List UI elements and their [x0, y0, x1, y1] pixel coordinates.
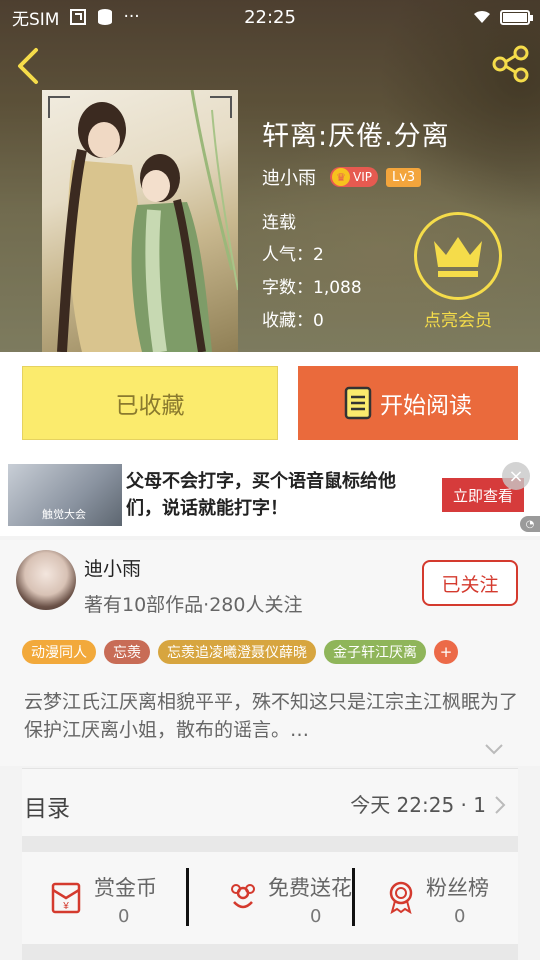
fan-ranking-label: 粉丝榜: [426, 876, 489, 900]
catalog-row[interactable]: 目录 今天 22:25 · 1: [22, 768, 518, 836]
word-count: 字数：1,088: [262, 278, 362, 298]
red-envelope-icon: ¥: [51, 882, 81, 914]
vip-badge: ♛ VIP: [330, 167, 378, 187]
book-description[interactable]: 云梦江氏江厌离相貌平平，殊不知这只是江宗主江枫眠为了保护江厌离小姐，散布的谣言。…: [24, 688, 520, 744]
ad-image: 触觉大会: [8, 464, 122, 526]
fan-ranking-button[interactable]: 粉丝榜 0: [354, 852, 518, 944]
book-icon: [344, 386, 372, 420]
wifi-icon: [474, 10, 490, 23]
tag-item[interactable]: 忘羡: [104, 640, 150, 664]
start-reading-button[interactable]: 开始阅读: [298, 366, 518, 440]
crown-icon: ♛: [332, 168, 350, 186]
author-row: 迪小雨 ♛ VIP Lv3: [262, 164, 422, 190]
serial-status: 连载: [262, 213, 296, 233]
free-flower-button[interactable]: 免费送花 0: [188, 852, 352, 944]
free-flower-value: 0: [310, 906, 322, 927]
ad-text: 父母不会打字，买个语音鼠标给他们，说话就能打字！: [126, 471, 396, 519]
author-stats: 著有10部作品·280人关注: [84, 594, 303, 616]
action-bar: 已收藏 开始阅读: [0, 352, 540, 456]
reward-coins-button[interactable]: ¥ 赏金币 0: [22, 852, 186, 944]
author-section-name[interactable]: 迪小雨: [84, 554, 141, 581]
share-icon[interactable]: [490, 44, 530, 84]
divider-bar: [22, 836, 518, 852]
flower-icon: [231, 884, 255, 909]
status-bar: 无SIM ··· 22:25: [0, 0, 540, 34]
reward-coins-label: 赏金币: [94, 876, 157, 900]
tag-item[interactable]: 忘羡追凌曦澄聂仪薛晓: [158, 640, 316, 664]
favorites-count: 收藏：0: [262, 311, 324, 331]
popularity: 人气：2: [262, 245, 324, 265]
avatar[interactable]: [16, 550, 76, 610]
free-flower-label: 免费送花: [268, 876, 352, 900]
member-crown-button[interactable]: [414, 212, 502, 300]
add-tag-button[interactable]: +: [434, 640, 458, 664]
tag-item[interactable]: 动漫同人: [22, 640, 96, 664]
ad-mark-icon: ◔: [520, 516, 540, 532]
book-title: 轩离:厌倦.分离: [262, 121, 450, 152]
stats-row: ¥ 赏金币 0 免费送花 0 粉丝榜 0: [22, 852, 518, 944]
chevron-down-icon[interactable]: [484, 742, 504, 756]
catalog-update: 今天 22:25 · 1: [350, 793, 486, 817]
catalog-title: 目录: [24, 796, 70, 822]
reward-coins-value: 0: [118, 906, 130, 927]
level-badge: Lv3: [385, 167, 422, 187]
favorited-button[interactable]: 已收藏: [22, 366, 278, 440]
member-label[interactable]: 点亮会员: [408, 306, 508, 331]
followed-button[interactable]: 已关注: [422, 560, 518, 606]
cover-illustration: [57, 90, 238, 352]
author-name[interactable]: 迪小雨: [262, 164, 316, 190]
book-cover[interactable]: [42, 90, 238, 352]
chevron-right-icon: [495, 796, 506, 814]
tag-item[interactable]: 金子轩江厌离: [324, 640, 426, 664]
back-arrow-icon[interactable]: [12, 46, 46, 86]
battery-icon: [500, 9, 533, 25]
divider-bar: [22, 944, 518, 960]
fan-ranking-value: 0: [454, 906, 466, 927]
svg-text:¥: ¥: [62, 901, 69, 912]
clock: 22:25: [244, 6, 296, 28]
ad-close-icon[interactable]: ×: [502, 462, 530, 490]
crown-icon: [434, 237, 482, 277]
vip-label: VIP: [353, 170, 372, 184]
start-reading-label: 开始阅读: [380, 393, 472, 419]
ad-image-caption: 触觉大会: [42, 508, 86, 521]
ad-banner[interactable]: 触觉大会 父母不会打字，买个语音鼠标给他们，说话就能打字！ 立即查看 × ◔: [0, 456, 540, 536]
tag-list: 动漫同人 忘羡 忘羡追凌曦澄聂仪薛晓 金子轩江厌离 +: [22, 640, 458, 664]
medal-icon: [389, 881, 413, 914]
book-header: 无SIM ··· 22:25 轩离:厌倦.分离 迪小雨 ♛ VIP Lv3 连载…: [0, 0, 540, 352]
author-section: 迪小雨 著有10部作品·280人关注 已关注 动漫同人 忘羡 忘羡追凌曦澄聂仪薛…: [0, 540, 540, 766]
